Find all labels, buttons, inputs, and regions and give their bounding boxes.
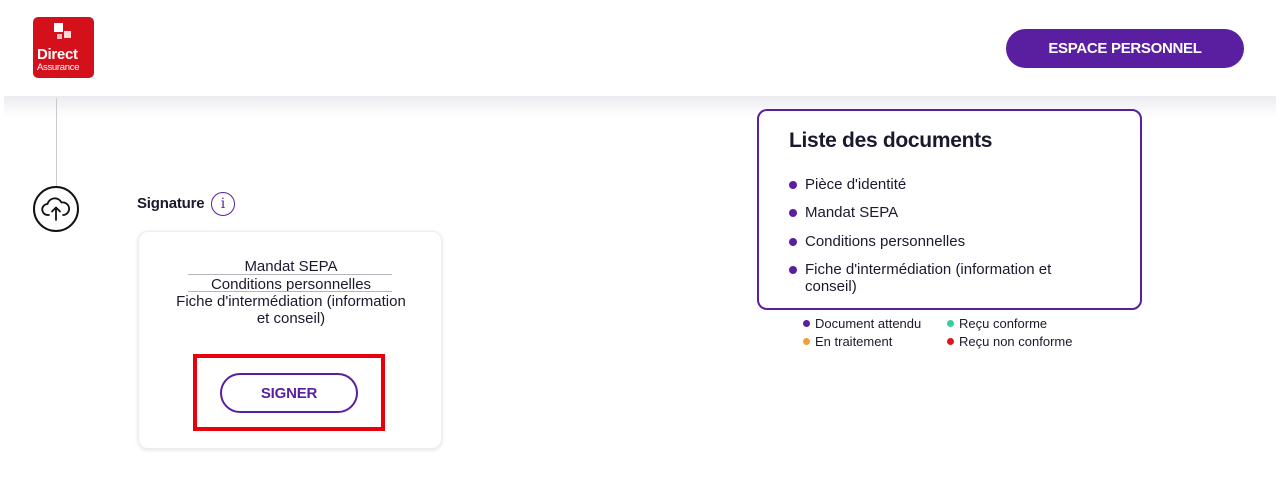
timeline-line xyxy=(56,98,57,186)
legend-dot-icon xyxy=(803,320,810,327)
legend-dot-icon xyxy=(947,320,954,327)
legend-label: Document attendu xyxy=(815,316,922,331)
timeline-step-upload xyxy=(33,186,79,232)
status-dot-icon xyxy=(789,209,797,217)
document-item-label: Conditions personnelles xyxy=(805,233,966,250)
legend-dot-icon xyxy=(803,338,810,345)
info-icon[interactable]: i xyxy=(211,192,235,216)
signature-doc-fiche-line1: Fiche d'intermédiation (information xyxy=(176,293,406,310)
logo-text-assurance: Assurance xyxy=(37,62,80,73)
legend-dot-icon xyxy=(947,338,954,345)
signer-button[interactable]: SIGNER xyxy=(220,373,358,413)
document-item: Fiche d'intermédiation (information et c… xyxy=(789,261,1119,295)
separator xyxy=(188,274,392,275)
document-item: Conditions personnelles xyxy=(789,233,1119,250)
legend-label: Reçu non conforme xyxy=(959,334,1073,349)
status-dot-icon xyxy=(789,181,797,189)
document-item: Mandat SEPA xyxy=(789,204,1119,221)
espace-personnel-button[interactable]: ESPACE PERSONNEL xyxy=(1006,29,1244,68)
legend-label: En traitement xyxy=(815,334,893,349)
status-dot-icon xyxy=(789,266,797,274)
document-item-label-continued: conseil) xyxy=(805,278,857,295)
document-item-label: Mandat SEPA xyxy=(805,204,899,221)
legend-document-attendu: Document attendu xyxy=(803,316,921,331)
logo-text-direct: Direct xyxy=(37,46,78,63)
legend-recu-non-conforme: Reçu non conforme xyxy=(947,334,1072,349)
signature-doc-mandat-sepa: Mandat SEPA xyxy=(244,258,338,275)
direct-assurance-logo[interactable]: Direct Assurance xyxy=(33,17,94,78)
documents-list-panel: Liste des documents Pièce d'identité Man… xyxy=(757,109,1142,310)
legend-label: Reçu conforme xyxy=(959,316,1048,331)
signature-title: Signature xyxy=(137,195,205,212)
document-item: Pièce d'identité xyxy=(789,176,1119,193)
legend-en-traitement: En traitement xyxy=(803,334,892,349)
legend-recu-conforme: Reçu conforme xyxy=(947,316,1047,331)
cloud-upload-icon xyxy=(41,197,70,221)
documents-list-title: Liste des documents xyxy=(789,129,993,152)
document-item-label: Fiche d'intermédiation (information et xyxy=(805,261,1052,278)
signature-doc-fiche-line2: et conseil) xyxy=(256,310,326,327)
status-dot-icon xyxy=(789,238,797,246)
document-item-label: Pièce d'identité xyxy=(805,176,907,193)
separator xyxy=(188,291,392,292)
